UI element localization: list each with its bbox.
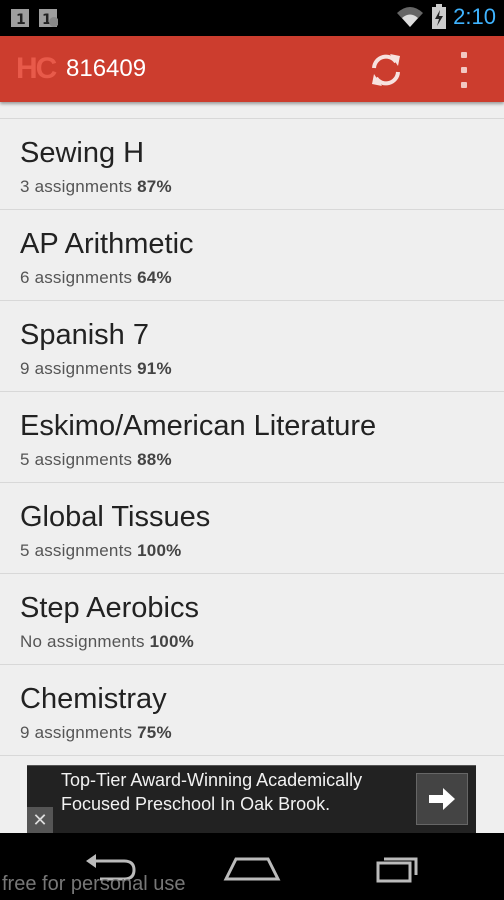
- partial-list-item[interactable]: [0, 102, 504, 119]
- ad-close-button[interactable]: ✕: [27, 807, 53, 833]
- course-row[interactable]: Eskimo/American Literature 5 assignments…: [0, 392, 504, 483]
- course-row[interactable]: Chemistray 9 assignments 75%: [0, 665, 504, 756]
- course-name: Spanish 7: [20, 319, 149, 351]
- refresh-icon: [372, 54, 400, 86]
- clock: 2:10: [453, 4, 496, 29]
- course-row[interactable]: Sewing H 3 assignments 87%: [0, 119, 504, 210]
- battery-charging-icon: [432, 4, 447, 29]
- course-grade: 75%: [137, 723, 172, 742]
- course-name: Global Tissues: [20, 501, 211, 533]
- overflow-dot: [461, 82, 467, 88]
- sim-card-icon: 1: [10, 8, 30, 28]
- assignment-count: 9 assignments: [20, 359, 133, 378]
- home-icon: [223, 857, 281, 881]
- course-list[interactable]: Sewing H 3 assignments 87% AP Arithmetic…: [0, 102, 504, 763]
- ad-line-1: Top-Tier Award-Winning Academically: [61, 770, 363, 790]
- app-logo[interactable]: HC: [16, 52, 57, 86]
- watermark: free for personal use: [2, 873, 186, 895]
- course-meta: 9 assignments 91%: [20, 359, 172, 379]
- overflow-menu-button[interactable]: [452, 52, 476, 88]
- ad-area: Top-Tier Award-Winning Academically Focu…: [0, 763, 504, 834]
- recent-apps-icon: [376, 857, 418, 883]
- course-row[interactable]: Spanish 7 9 assignments 91%: [0, 301, 504, 392]
- course-row[interactable]: Step Aerobics No assignments 100%: [0, 574, 504, 665]
- course-meta: 5 assignments 100%: [20, 541, 181, 561]
- course-meta: 3 assignments 87%: [20, 177, 172, 197]
- page-title: 816409: [66, 55, 147, 82]
- ad-line-2: Focused Preschool In Oak Brook.: [61, 794, 331, 814]
- svg-text:1: 1: [16, 12, 26, 28]
- overflow-menu-icon: [461, 52, 467, 58]
- assignment-count: 6 assignments: [20, 268, 133, 287]
- course-name: Sewing H: [20, 137, 145, 169]
- assignment-count: 5 assignments: [20, 541, 133, 560]
- assignment-count: 9 assignments: [20, 723, 133, 742]
- course-row[interactable]: AP Arithmetic 6 assignments 64%: [0, 210, 504, 301]
- course-meta: 5 assignments 88%: [20, 450, 172, 470]
- download-notification-icon: 1: [38, 8, 58, 28]
- course-name: Step Aerobics: [20, 592, 199, 624]
- course-grade: 100%: [149, 632, 194, 651]
- course-row[interactable]: Global Tissues 5 assignments 100%: [0, 483, 504, 574]
- wifi-icon: [397, 7, 424, 27]
- course-grade: 100%: [137, 541, 182, 560]
- home-button[interactable]: [222, 849, 282, 885]
- navigation-bar: free for personal use: [0, 833, 504, 900]
- course-name: Eskimo/American Literature: [20, 410, 377, 442]
- action-bar: HC 816409: [0, 36, 504, 102]
- course-meta: No assignments 100%: [20, 632, 194, 652]
- course-meta: 9 assignments 75%: [20, 723, 172, 743]
- status-bar: 1 1 2:10: [0, 0, 504, 36]
- course-name: AP Arithmetic: [20, 228, 194, 260]
- course-grade: 91%: [137, 359, 172, 378]
- course-name: Chemistray: [20, 683, 167, 715]
- arrow-right-icon: [429, 788, 455, 810]
- course-meta: 6 assignments 64%: [20, 268, 172, 288]
- course-grade: 88%: [137, 450, 172, 469]
- overflow-dot: [461, 67, 467, 73]
- assignment-count: 3 assignments: [20, 177, 133, 196]
- ad-text: Top-Tier Award-Winning Academically Focu…: [61, 768, 411, 816]
- course-grade: 87%: [137, 177, 172, 196]
- ad-go-button[interactable]: [416, 773, 468, 825]
- course-grade: 64%: [137, 268, 172, 287]
- refresh-button[interactable]: [366, 50, 406, 90]
- assignment-count: No assignments: [20, 632, 145, 651]
- ad-banner[interactable]: Top-Tier Award-Winning Academically Focu…: [27, 765, 476, 834]
- assignment-count: 5 assignments: [20, 450, 133, 469]
- recent-apps-button[interactable]: [364, 849, 424, 885]
